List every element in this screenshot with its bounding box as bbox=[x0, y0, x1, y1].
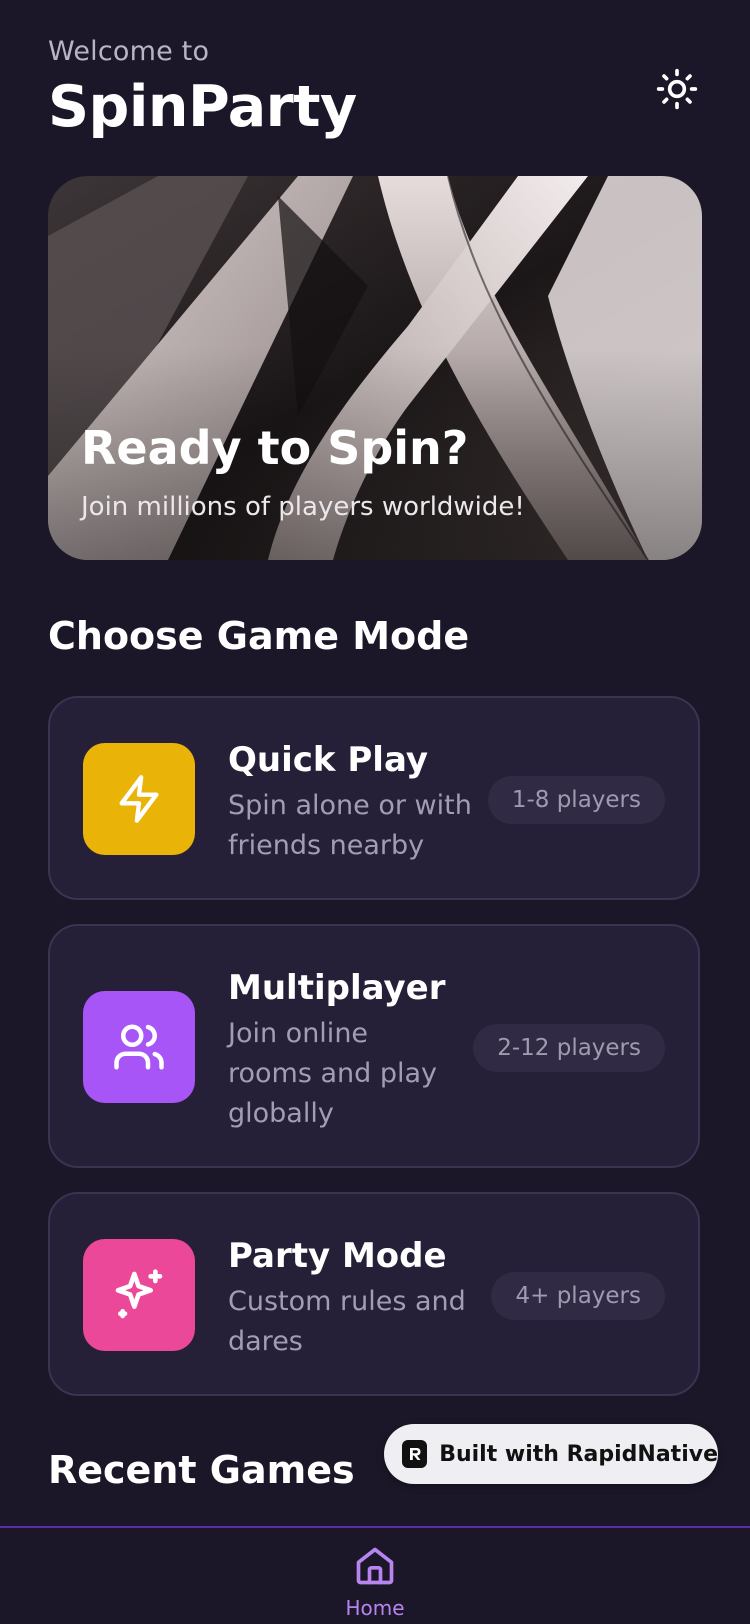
tab-home-label: Home bbox=[345, 1596, 405, 1620]
app-screen: Welcome to SpinParty Ready to Spin? Join… bbox=[0, 0, 750, 1624]
app-title: SpinParty bbox=[48, 74, 357, 140]
home-icon bbox=[356, 1547, 394, 1585]
rapidnative-logo-icon bbox=[402, 1440, 428, 1468]
recent-games-section-title: Recent Games bbox=[48, 1448, 355, 1492]
mode-name: Multiplayer bbox=[228, 968, 446, 1008]
theme-toggle-button[interactable] bbox=[650, 62, 704, 116]
users-icon bbox=[114, 1024, 164, 1070]
lightning-icon bbox=[119, 775, 159, 823]
sparkles-icon bbox=[115, 1269, 163, 1319]
sun-icon bbox=[656, 68, 698, 110]
mode-card-quick-play[interactable]: Quick Play Spin alone or with friends ne… bbox=[48, 696, 700, 900]
hero-subtitle: Join millions of players worldwide! bbox=[81, 492, 525, 522]
mode-card-multiplayer[interactable]: Multiplayer Join online rooms and play g… bbox=[48, 924, 700, 1168]
players-badge: 2-12 players bbox=[473, 1024, 665, 1072]
party-mode-icon-tile bbox=[83, 1239, 195, 1351]
built-with-label: Built with RapidNative bbox=[439, 1441, 718, 1467]
quick-play-icon-tile bbox=[83, 743, 195, 855]
hero-title: Ready to Spin? bbox=[81, 421, 469, 475]
header: Welcome to SpinParty bbox=[48, 34, 702, 144]
mode-name: Party Mode bbox=[228, 1236, 447, 1276]
game-mode-section-title: Choose Game Mode bbox=[48, 614, 470, 658]
bottom-tab-bar: Home bbox=[0, 1526, 750, 1624]
welcome-text: Welcome to bbox=[48, 36, 210, 67]
mode-card-party-mode[interactable]: Party Mode Custom rules and dares 4+ pla… bbox=[48, 1192, 700, 1396]
mode-name: Quick Play bbox=[228, 740, 428, 780]
tab-home[interactable]: Home bbox=[335, 1528, 415, 1624]
hero-banner[interactable]: Ready to Spin? Join millions of players … bbox=[48, 176, 702, 560]
mode-description: Custom rules and dares bbox=[228, 1286, 466, 1357]
built-with-badge[interactable]: Built with RapidNative bbox=[384, 1424, 718, 1484]
mode-description: Join online rooms and play globally bbox=[228, 1018, 438, 1129]
players-badge: 4+ players bbox=[491, 1272, 665, 1320]
rapidnative-mark-icon bbox=[409, 1448, 421, 1460]
players-badge: 1-8 players bbox=[487, 776, 665, 824]
mode-description: Spin alone or with friends nearby bbox=[228, 790, 472, 861]
multiplayer-icon-tile bbox=[83, 991, 195, 1103]
